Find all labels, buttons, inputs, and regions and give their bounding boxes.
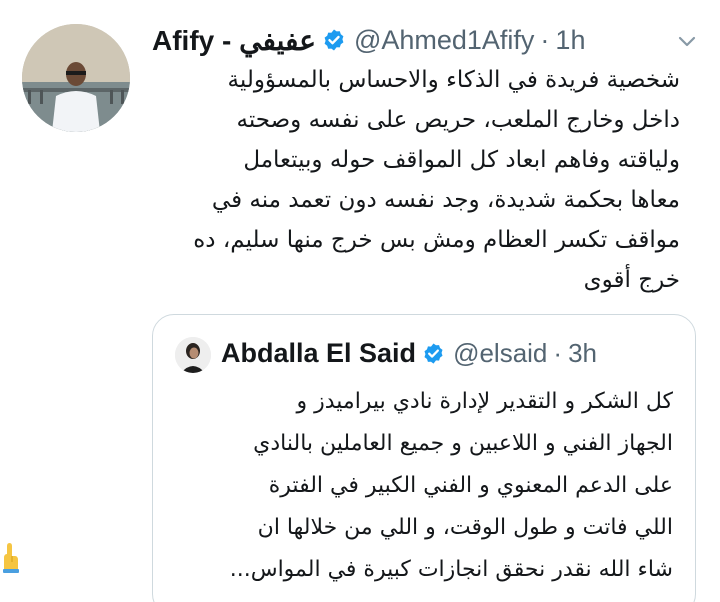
tweet-header: Afify - عفيفي @Ahmed1Afify · 1h [152,18,627,62]
chevron-down-icon[interactable] [676,30,698,52]
tweet-text-line: ولياقته وفاهم ابعاد كل المواقف حوله وبيت… [243,147,680,173]
verified-badge-icon [322,28,346,52]
header-separator: · [540,24,550,55]
author-handle[interactable]: @Ahmed1Afify [354,25,534,56]
tweet-text-line: شخصية فريدة في الذكاء والاحساس بالمسؤولي… [227,67,680,93]
hand-emoji-icon [0,540,20,574]
quoted-tweet-timestamp[interactable]: 3h [568,338,597,369]
tweet-timestamp[interactable]: 1h [555,25,585,56]
tweet-text-line: خرج أقوى [583,267,680,293]
author-avatar[interactable] [22,24,130,132]
tweet-text: شخصية فريدة في الذكاء والاحساس بالمسؤولي… [150,60,680,300]
quoted-author-display-name[interactable]: Abdalla El Said [221,338,416,369]
quoted-author-handle[interactable]: @elsaid [453,338,547,369]
tweet-text-line: داخل وخارج الملعب، حريص على نفسه وصحته [236,107,680,133]
quoted-tweet-header: Abdalla El Said @elsaid · 3h [221,333,597,373]
quoted-text-line: الجهاز الفني و اللاعبين و جميع العاملين … [253,431,673,456]
quoted-header-separator: · [553,337,563,368]
quoted-tweet-text: كل الشكر و التقدير لإدارة نادي بيراميدز … [173,381,673,591]
author-display-name[interactable]: Afify - عفيفي [152,24,316,57]
quoted-text-line: كل الشكر و التقدير لإدارة نادي بيراميدز … [296,389,673,414]
quoted-text-line: على الدعم المعنوي و الفني الكبير في الفت… [268,473,673,498]
tweet-text-line: معاها بحكمة شديدة، وجد نفسه دون تعمد منه… [211,187,680,213]
quoted-text-line: شاء الله نقدر نحقق انجازات كبيرة في المو… [229,557,673,582]
tweet-card[interactable]: Afify - عفيفي @Ahmed1Afify · 1h شخصية فر… [0,0,720,602]
quoted-text-line: اللي فاتت و طول الوقت، و اللي من خلالها … [257,515,673,540]
tweet-text-line: مواقف تكسر العظام ومش بس خرج منها سليم، … [193,227,680,253]
verified-badge-icon [422,342,445,365]
quoted-author-avatar[interactable] [175,337,211,373]
quoted-tweet-card[interactable]: Abdalla El Said @elsaid · 3h كل الشكر و … [152,314,696,602]
